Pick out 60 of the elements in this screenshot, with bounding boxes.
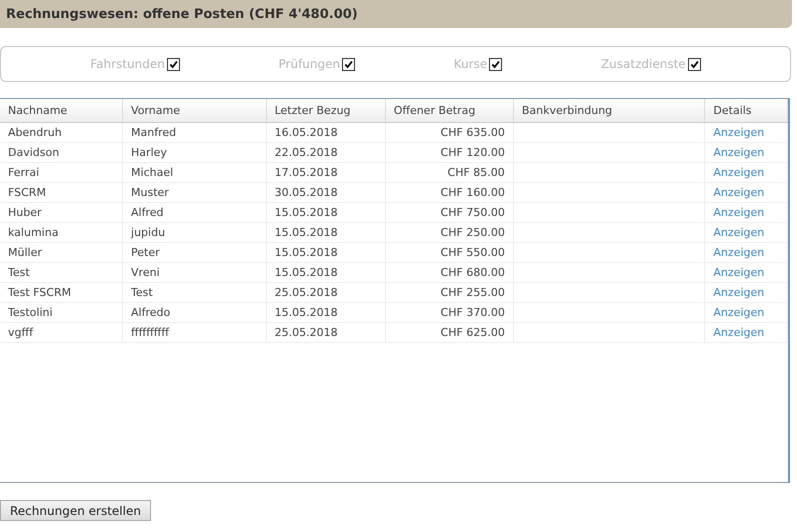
date-cell: 17.05.2018: [274, 166, 338, 179]
lastname-cell: Abendruh: [8, 126, 62, 139]
amount-cell: CHF 250.00: [440, 226, 505, 239]
lastname-cell: Test: [8, 266, 30, 279]
date-cell: 25.05.2018: [274, 286, 338, 299]
date-cell: 22.05.2018: [274, 146, 338, 159]
column-header: Details: [704, 99, 788, 122]
page-title: Rechnungswesen: offene Posten (CHF 4'480.00): [6, 6, 358, 22]
checkbox[interactable]: [166, 58, 180, 70]
date-cell: 15.05.2018: [274, 206, 338, 219]
amount-cell: CHF 370.00: [440, 306, 505, 319]
amount-cell: CHF 635.00: [440, 126, 505, 139]
lastname-cell: Müller: [8, 246, 42, 259]
column-header: Offener Betrag: [385, 99, 514, 122]
firstname-cell: Vreni: [131, 266, 160, 279]
filter-label: Fahrstunden: [90, 57, 165, 71]
amount-cell: CHF 750.00: [440, 206, 505, 219]
firstname-cell: Alfred: [131, 206, 164, 219]
amount-cell: CHF 550.00: [440, 246, 505, 259]
amount-cell: CHF 255.00: [440, 286, 505, 299]
lastname-cell: Test FSCRM: [8, 286, 72, 299]
date-cell: 15.05.2018: [274, 266, 338, 279]
column-header: Letzter Bezug: [266, 99, 386, 122]
lastname-cell: Testolini: [8, 306, 53, 319]
lastname-cell: vgfff: [8, 326, 33, 339]
firstname-cell: Test: [131, 286, 153, 299]
checkbox[interactable]: [489, 58, 502, 70]
amount-cell: CHF 85.00: [448, 166, 505, 179]
column-header: Bankverbindung: [513, 99, 705, 122]
amount-cell: CHF 680.00: [440, 266, 505, 279]
create-invoices-button[interactable]: Rechnungen erstellen: [0, 500, 151, 521]
lastname-cell: kalumina: [8, 226, 58, 239]
amount-cell: CHF 160.00: [440, 186, 505, 199]
amount-cell: CHF 120.00: [440, 146, 505, 159]
firstname-cell: Harley: [131, 146, 167, 159]
firstname-cell: Michael: [131, 166, 174, 179]
filter-label: Zusatzdienste: [600, 57, 686, 71]
lastname-cell: FSCRM: [8, 186, 46, 199]
checkbox[interactable]: [688, 58, 701, 70]
lastname-cell: Davidson: [8, 146, 60, 159]
firstname-cell: Peter: [131, 246, 160, 259]
date-cell: 16.05.2018: [274, 126, 338, 139]
date-cell: 15.05.2018: [274, 246, 338, 259]
amount-cell: CHF 625.00: [440, 326, 505, 339]
firstname-cell: ffffffffff: [131, 326, 169, 339]
firstname-cell: jupidu: [131, 226, 166, 239]
column-header: Nachname: [0, 99, 123, 122]
column-header: Vorname: [122, 99, 266, 122]
date-cell: 15.05.2018: [274, 226, 338, 239]
date-cell: 30.05.2018: [274, 186, 338, 199]
firstname-cell: Alfredo: [131, 306, 170, 319]
checkbox[interactable]: [342, 58, 356, 70]
filter-label: Kurse: [454, 57, 488, 71]
firstname-cell: Manfred: [131, 126, 176, 139]
lastname-cell: Ferrai: [8, 166, 40, 179]
firstname-cell: Muster: [131, 186, 169, 199]
filter-label: Prüfungen: [278, 57, 340, 71]
lastname-cell: Huber: [8, 206, 42, 219]
date-cell: 15.05.2018: [274, 306, 338, 319]
date-cell: 25.05.2018: [274, 326, 338, 339]
